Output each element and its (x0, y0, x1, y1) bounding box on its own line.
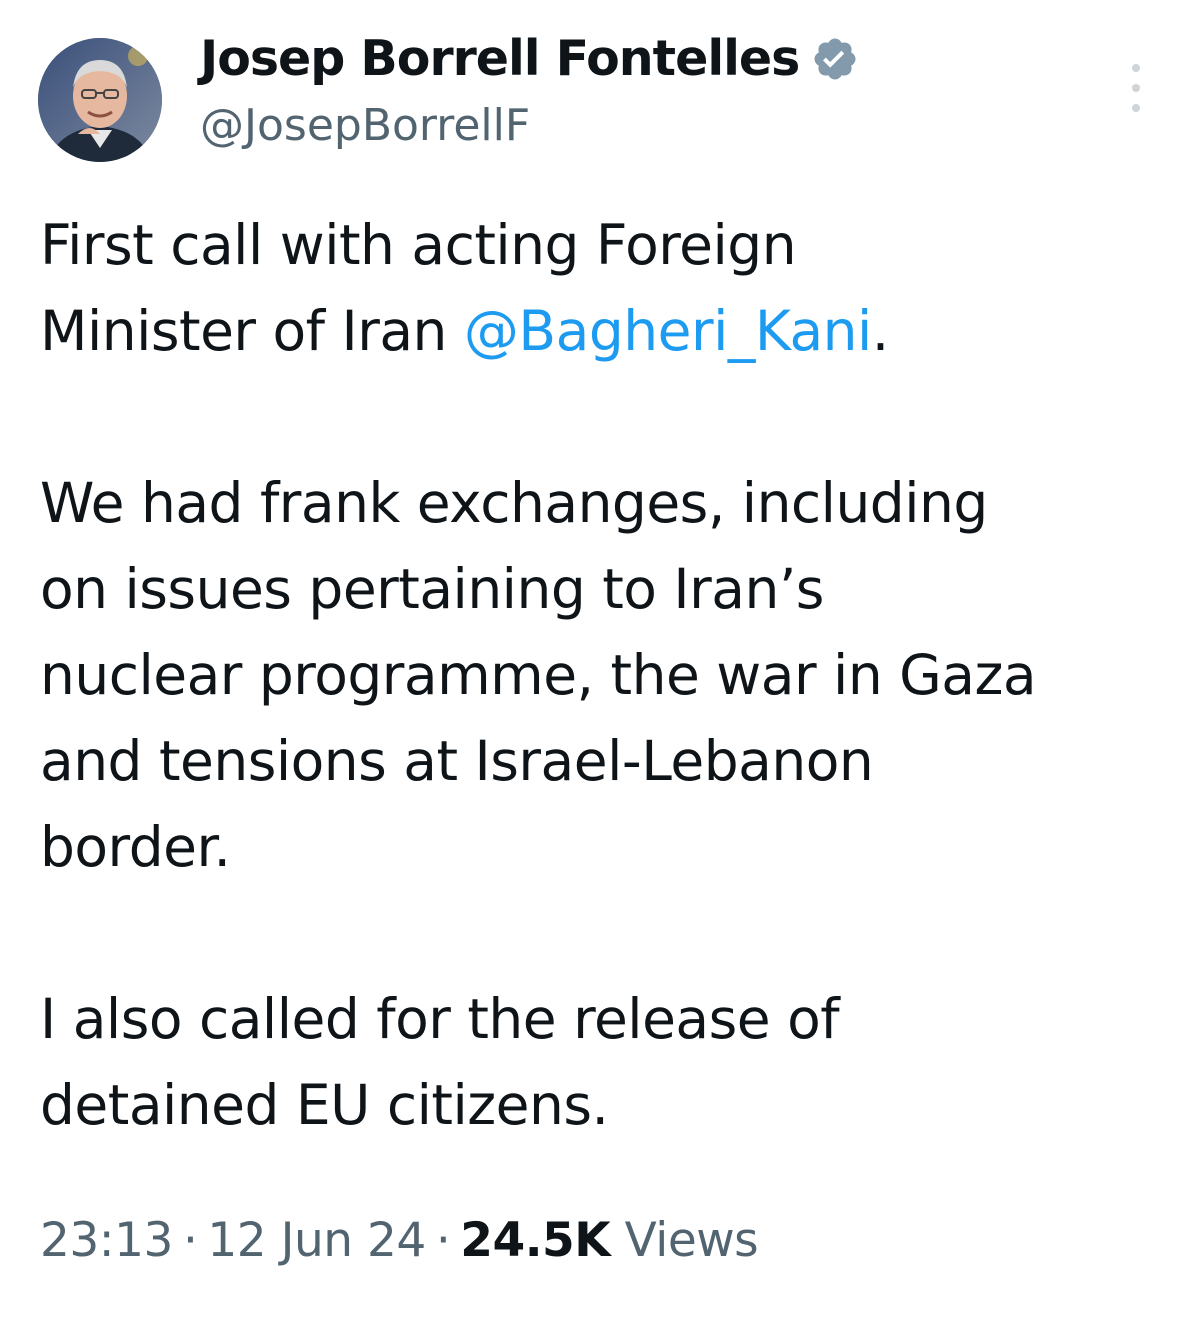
tweet-date[interactable]: 12 Jun 24 (207, 1213, 426, 1268)
author-name-row: Josep Borrell Fontelles (200, 30, 859, 87)
tweet-time[interactable]: 23:13 (40, 1213, 173, 1268)
verified-badge-icon (811, 35, 859, 83)
tweet-text-line: I also called for the release of (40, 976, 1190, 1062)
author-handle[interactable]: @JosepBorrellF (200, 100, 530, 151)
tweet-text-segment: and tensions at Israel-Lebanon (40, 729, 874, 793)
tweet-text-line: border. (40, 804, 1190, 890)
separator-dot: · (435, 1213, 451, 1268)
mention-link[interactable]: @Bagheri_Kani (464, 299, 872, 363)
tweet-text-line: nuclear programme, the war in Gaza (40, 632, 1190, 718)
tweet-text-line: detained EU citizens. (40, 1062, 1190, 1148)
tweet-text-segment: I also called for the release of (40, 987, 840, 1051)
avatar[interactable] (38, 38, 162, 162)
tweet-text-line: First call with acting Foreign (40, 202, 1190, 288)
more-options-icon[interactable] (1118, 60, 1154, 116)
tweet-text-line: We had frank exchanges, including (40, 460, 1190, 546)
views-count[interactable]: 24.5K (460, 1213, 610, 1268)
tweet-text-segment: border. (40, 815, 231, 879)
tweet-text-segment: on issues pertaining to Iran’s (40, 557, 824, 621)
tweet-text-line: Minister of Iran @Bagheri_Kani. (40, 288, 1190, 374)
tweet-text-line: and tensions at Israel-Lebanon (40, 718, 1190, 804)
tweet: Josep Borrell Fontelles @JosepBorrellF F… (0, 0, 1200, 1320)
tweet-text: First call with acting Foreign Minister o… (40, 202, 1190, 1148)
author-display-name[interactable]: Josep Borrell Fontelles (200, 30, 800, 87)
tweet-text-segment: We had frank exchanges, including (40, 471, 988, 535)
tweet-text-segment: First call with acting Foreign (40, 213, 797, 277)
tweet-text-segment: . (871, 299, 889, 363)
tweet-text-segment: nuclear programme, the war in Gaza (40, 643, 1037, 707)
tweet-text-line: on issues pertaining to Iran’s (40, 546, 1190, 632)
tweet-text-segment: Minister of Iran (40, 299, 464, 363)
tweet-metadata: 23:13 · 12 Jun 24 · 24.5K Views (40, 1213, 759, 1268)
views-label: Views (624, 1213, 759, 1268)
separator-dot: · (182, 1213, 198, 1268)
tweet-text-segment: detained EU citizens. (40, 1073, 609, 1137)
